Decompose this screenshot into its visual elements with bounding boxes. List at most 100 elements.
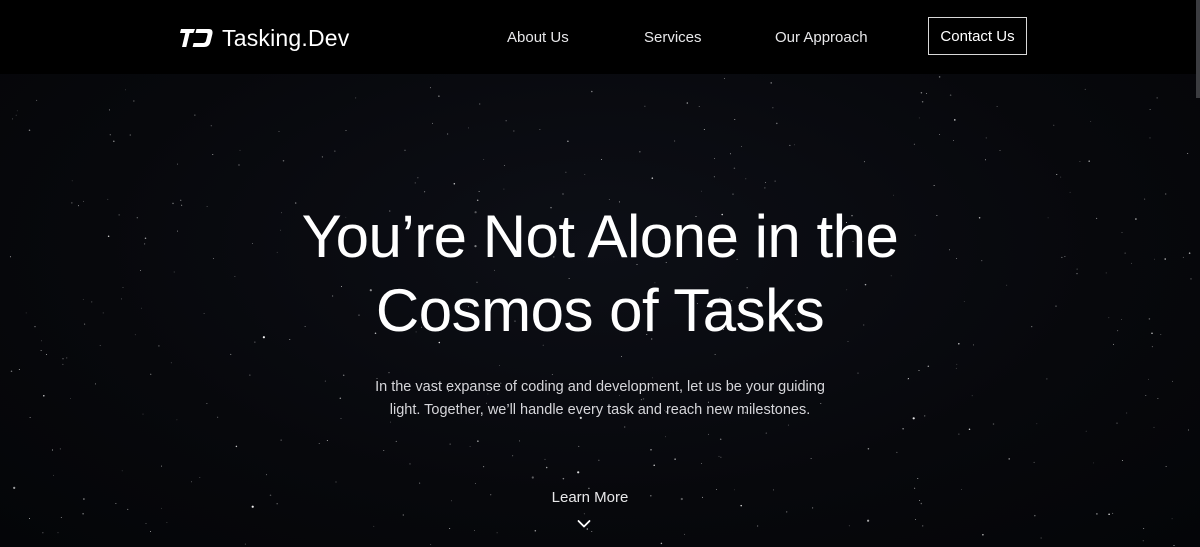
nav-about-us[interactable]: About Us bbox=[507, 29, 569, 46]
star bbox=[483, 466, 485, 468]
star bbox=[920, 502, 923, 505]
star bbox=[1079, 161, 1081, 163]
star bbox=[505, 120, 507, 122]
star bbox=[562, 193, 564, 195]
star bbox=[334, 150, 336, 152]
star bbox=[191, 481, 192, 483]
star bbox=[764, 187, 766, 189]
star bbox=[66, 357, 68, 359]
star bbox=[161, 465, 162, 467]
star bbox=[639, 151, 641, 153]
star bbox=[1088, 160, 1090, 162]
star bbox=[109, 134, 111, 136]
star bbox=[765, 432, 767, 434]
star bbox=[651, 177, 654, 179]
star bbox=[121, 470, 123, 472]
star bbox=[812, 507, 814, 509]
learn-more-link[interactable]: Learn More bbox=[540, 489, 640, 506]
star bbox=[430, 543, 432, 545]
star bbox=[71, 180, 73, 182]
star bbox=[474, 530, 475, 532]
star bbox=[1085, 430, 1087, 432]
scrollbar-thumb[interactable] bbox=[1196, 0, 1200, 98]
star bbox=[438, 95, 440, 97]
star bbox=[565, 171, 567, 173]
star bbox=[733, 167, 736, 170]
star bbox=[235, 445, 238, 448]
star bbox=[318, 443, 320, 445]
star bbox=[982, 533, 984, 536]
star bbox=[326, 440, 328, 441]
star bbox=[238, 164, 240, 166]
star bbox=[1090, 121, 1092, 123]
star bbox=[902, 428, 904, 430]
star bbox=[129, 134, 132, 136]
star bbox=[217, 416, 219, 418]
star bbox=[125, 89, 126, 91]
star bbox=[598, 459, 600, 461]
contact-us-button[interactable]: Contact Us bbox=[928, 17, 1027, 55]
star bbox=[1153, 426, 1155, 428]
star bbox=[355, 97, 357, 99]
star bbox=[490, 494, 492, 496]
star bbox=[479, 103, 481, 105]
star bbox=[674, 140, 676, 142]
star bbox=[926, 93, 927, 94]
star bbox=[787, 424, 789, 426]
star bbox=[1046, 378, 1048, 380]
star bbox=[42, 532, 44, 534]
star bbox=[810, 458, 812, 459]
star bbox=[1116, 422, 1118, 424]
page: Tasking.Dev About Us Services Our Approa… bbox=[0, 0, 1200, 547]
star bbox=[113, 140, 115, 142]
star bbox=[896, 451, 898, 453]
star bbox=[774, 180, 776, 182]
star bbox=[60, 517, 62, 518]
star bbox=[789, 144, 791, 146]
star bbox=[1165, 193, 1167, 195]
star bbox=[450, 500, 452, 502]
star bbox=[29, 518, 30, 520]
star bbox=[700, 463, 702, 465]
star bbox=[176, 419, 178, 421]
star bbox=[513, 130, 515, 132]
star bbox=[776, 122, 778, 125]
star bbox=[512, 455, 514, 457]
star bbox=[953, 140, 954, 141]
star bbox=[591, 530, 593, 532]
star bbox=[340, 418, 342, 420]
star bbox=[863, 161, 865, 163]
star bbox=[918, 117, 920, 119]
star bbox=[339, 397, 342, 399]
nav-services[interactable]: Services bbox=[644, 29, 702, 46]
star bbox=[1034, 514, 1036, 517]
star bbox=[449, 443, 451, 445]
star bbox=[913, 143, 915, 145]
star bbox=[36, 99, 38, 101]
star bbox=[703, 129, 705, 130]
star bbox=[544, 458, 546, 460]
brand-link[interactable]: Tasking.Dev bbox=[180, 24, 349, 52]
star bbox=[720, 456, 722, 458]
star bbox=[1172, 380, 1173, 382]
star bbox=[150, 530, 152, 532]
star bbox=[57, 532, 59, 534]
star bbox=[251, 505, 254, 508]
star bbox=[210, 125, 212, 127]
hero-title: You’re Not Alone in the Cosmos of Tasks bbox=[0, 200, 1200, 348]
star bbox=[1187, 429, 1189, 431]
star bbox=[591, 90, 593, 93]
nav-our-approach[interactable]: Our Approach bbox=[775, 29, 868, 46]
star bbox=[653, 464, 655, 466]
star bbox=[996, 106, 998, 108]
star bbox=[919, 499, 921, 501]
star bbox=[335, 481, 337, 483]
star bbox=[429, 87, 431, 89]
star bbox=[342, 374, 345, 376]
star bbox=[43, 394, 45, 397]
star bbox=[447, 133, 449, 135]
star bbox=[698, 106, 700, 107]
star bbox=[914, 487, 916, 489]
chevron-down-icon[interactable] bbox=[577, 519, 591, 529]
hero-subtitle-line-2: light. Together, we’ll handle every task… bbox=[389, 402, 811, 418]
